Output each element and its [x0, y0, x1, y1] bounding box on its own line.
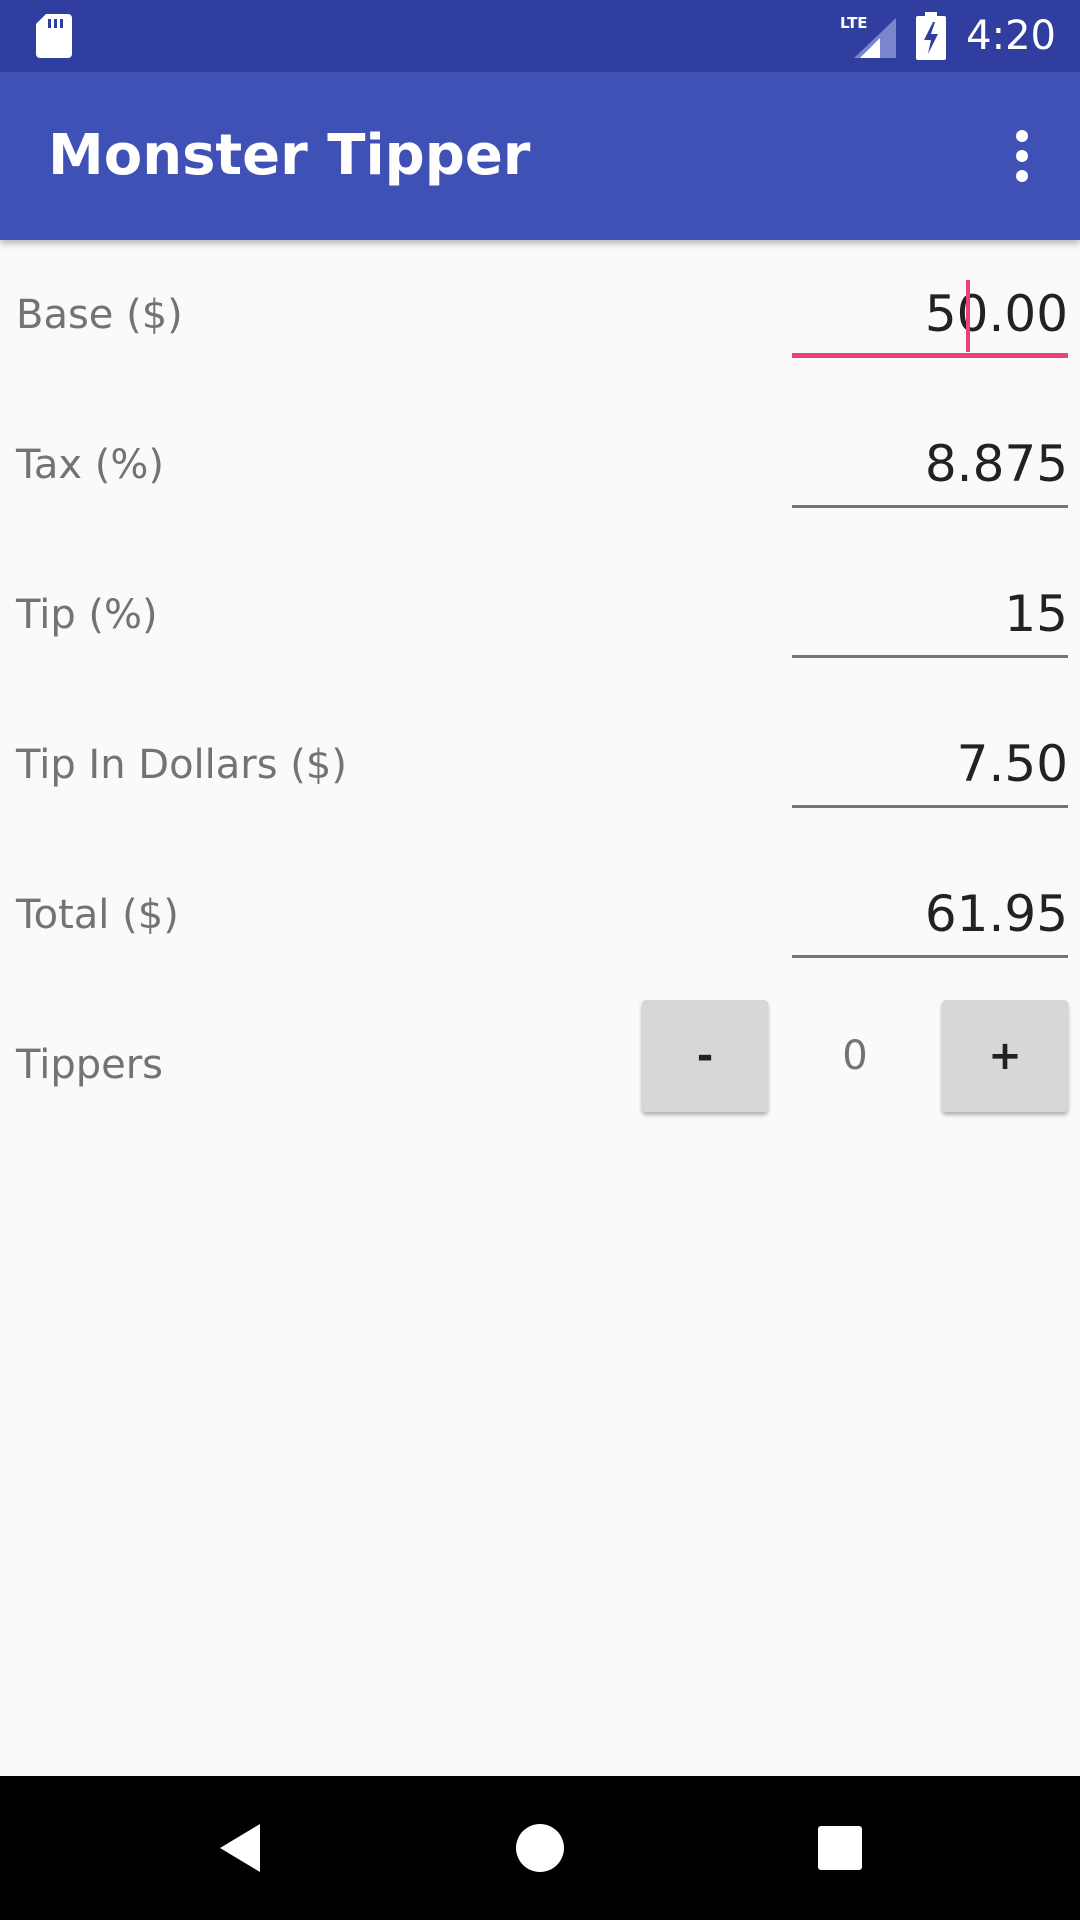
tip-dollars-field[interactable] [792, 722, 1068, 808]
app-bar: Monster Tipper [0, 72, 1080, 240]
back-icon [220, 1824, 260, 1872]
decrement-tippers-button[interactable]: - [642, 1000, 768, 1112]
total-field-underline [792, 955, 1068, 958]
home-icon [516, 1824, 564, 1872]
base-input[interactable] [792, 272, 1068, 356]
tip-field-underline [792, 655, 1068, 658]
recents-icon [818, 1826, 862, 1870]
total-field[interactable] [792, 872, 1068, 958]
base-field-underline [792, 353, 1068, 358]
increment-tippers-button[interactable]: + [942, 1000, 1068, 1112]
battery-charging-icon [916, 12, 947, 60]
tip-row: Tip (%) [0, 540, 1080, 690]
tax-row: Tax (%) [0, 390, 1080, 540]
network-type-label: LTE [840, 14, 868, 32]
tip-field[interactable] [792, 572, 1068, 658]
tip-dollars-label: Tip In Dollars ($) [16, 742, 347, 788]
tip-label: Tip (%) [16, 592, 158, 638]
status-bar: LTE 4:20 [0, 0, 1080, 72]
tippers-label: Tippers [16, 1042, 163, 1088]
tippers-row: Tippers - 0 + [0, 990, 1080, 1140]
base-row: Base ($) [0, 240, 1080, 390]
tax-field[interactable] [792, 422, 1068, 508]
recents-button[interactable] [768, 1776, 912, 1920]
overflow-menu-icon[interactable] [1000, 124, 1044, 188]
text-cursor [966, 280, 970, 352]
tip-dollars-field-underline [792, 805, 1068, 808]
status-clock: 4:20 [966, 13, 1056, 59]
tax-field-underline [792, 505, 1068, 508]
base-label: Base ($) [16, 292, 183, 338]
sd-card-icon [36, 14, 72, 58]
screen: LTE 4:20 Monster Tipper Base ($) 50.00 T… [0, 0, 1080, 1920]
navigation-bar [0, 1776, 1080, 1920]
tip-dollars-input[interactable] [792, 722, 1068, 806]
home-button[interactable] [468, 1776, 612, 1920]
total-input[interactable] [792, 872, 1068, 956]
overflow-dot [1016, 170, 1028, 182]
status-icons: LTE 4:20 [840, 0, 1056, 72]
overflow-dot [1016, 130, 1028, 142]
base-field[interactable] [792, 272, 1068, 358]
tax-label: Tax (%) [16, 442, 164, 488]
lte-signal-icon: LTE [840, 14, 897, 58]
tip-input[interactable] [792, 572, 1068, 656]
app-title: Monster Tipper [48, 123, 531, 188]
total-row: Total ($) [0, 840, 1080, 990]
tip-dollars-row: Tip In Dollars ($) [0, 690, 1080, 840]
overflow-dot [1016, 150, 1028, 162]
tip-form: Base ($) Tax (%) Tip (%) Tip In Dollars … [0, 240, 1080, 1140]
back-button[interactable] [168, 1776, 312, 1920]
tax-input[interactable] [792, 422, 1068, 506]
total-label: Total ($) [16, 892, 179, 938]
tippers-count: 0 [842, 1033, 868, 1079]
